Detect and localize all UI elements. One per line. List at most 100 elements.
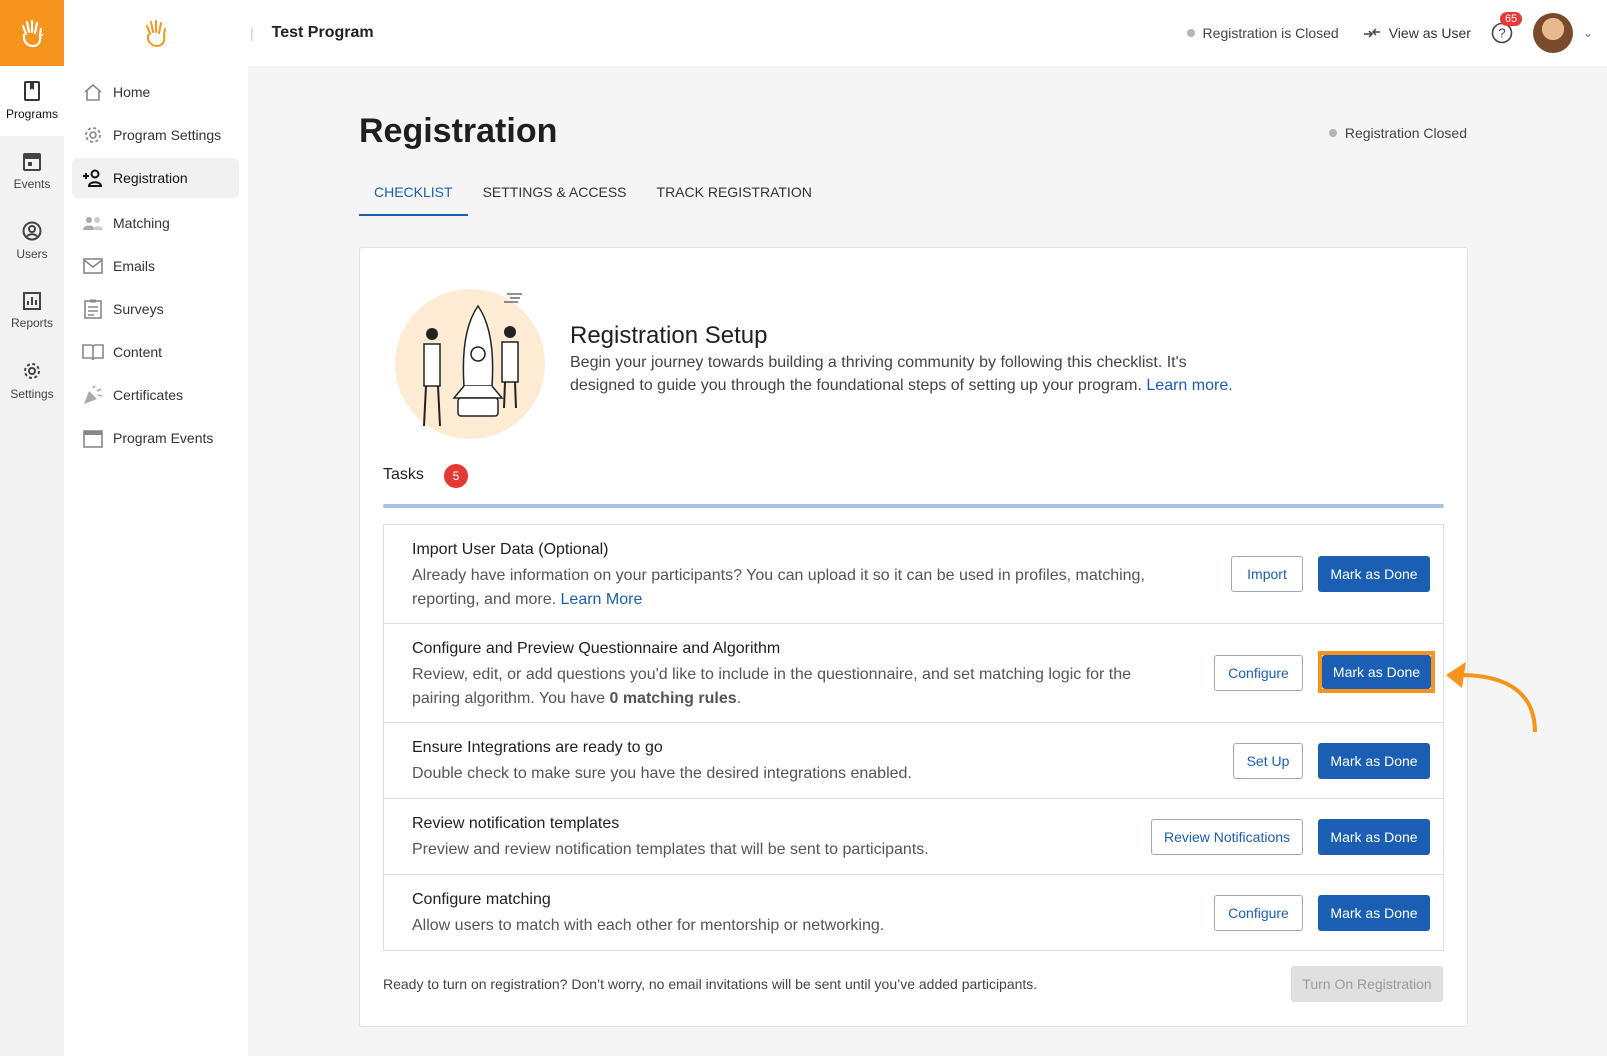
sidebar-item-label: Content (113, 344, 163, 360)
view-as-user-button[interactable]: View as User (1363, 25, 1471, 41)
configure-button[interactable]: Configure (1214, 655, 1303, 691)
bar-chart-icon (23, 292, 41, 310)
rail-item-reports[interactable]: Reports (0, 276, 64, 346)
sidebar-item-program-settings[interactable]: Program Settings (72, 115, 239, 155)
party-popper-icon (82, 384, 104, 406)
open-book-icon (82, 341, 104, 363)
gear-icon (82, 124, 104, 146)
tab-settings-access[interactable]: SETTINGS & ACCESS (468, 172, 642, 216)
mark-as-done-button[interactable]: Mark as Done (1318, 895, 1430, 931)
registration-status: Registration is Closed (1186, 25, 1339, 41)
sidebar-item-label: Surveys (113, 301, 164, 317)
registration-status-text: Registration is Closed (1202, 25, 1339, 41)
sidebar-item-label: Program Events (113, 430, 214, 446)
sidebar-item-home[interactable]: Home (72, 72, 239, 112)
status-badge: Registration Closed (1328, 125, 1467, 141)
sidebar-item-certificates[interactable]: Certificates (72, 375, 239, 415)
book-icon (24, 81, 40, 101)
notification-badge: 65 (1499, 12, 1523, 26)
calendar-icon (23, 153, 41, 171)
status-text: Registration Closed (1344, 125, 1467, 141)
envelope-icon (82, 255, 104, 277)
add-user-icon (82, 167, 104, 189)
tab-checklist[interactable]: CHECKLIST (359, 172, 468, 216)
app-logo[interactable]: ⌄ (0, 0, 64, 66)
tasks-progress-bar (383, 504, 1444, 508)
task-description: Allow users to match with each other for… (412, 917, 885, 934)
tab-track-registration[interactable]: TRACK REGISTRATION (642, 172, 827, 216)
tab-bar: CHECKLIST SETTINGS & ACCESS TRACK REGIST… (359, 172, 827, 216)
rail-item-settings[interactable]: Settings (0, 346, 64, 416)
learn-more-link[interactable]: Learn more. (1146, 377, 1232, 394)
sidebar-item-label: Matching (113, 215, 170, 231)
rail-item-label: Programs (5, 107, 58, 121)
rail-item-users[interactable]: Users (0, 206, 64, 276)
task-description: Review, edit, or add questions you'd lik… (412, 663, 1172, 711)
program-sidebar: Home Program Settings Registration Match… (64, 0, 248, 1056)
rail-item-label: Settings (10, 387, 54, 401)
program-logo (64, 0, 248, 66)
sidebar-item-matching[interactable]: Matching (72, 203, 239, 243)
task-description-text: Already have information on your partici… (412, 567, 1145, 608)
program-name: Test Program (271, 24, 374, 41)
task-title: Configure matching (412, 891, 551, 908)
swap-arrows-icon (1363, 28, 1380, 38)
sidebar-item-label: Home (113, 84, 151, 100)
calendar-icon (82, 427, 104, 449)
mark-as-done-button[interactable]: Mark as Done (1322, 655, 1431, 689)
help-button[interactable]: ? 65 (1491, 12, 1523, 44)
people-icon (82, 212, 104, 234)
view-as-user-label: View as User (1388, 25, 1471, 41)
task-description: Double check to make sure you have the d… (412, 765, 912, 782)
turn-on-registration-button[interactable]: Turn On Registration (1291, 966, 1443, 1002)
matching-rules-count: 0 matching rules (609, 690, 737, 707)
rail-item-programs[interactable]: Programs (0, 66, 64, 136)
task-title: Import User Data (Optional) (412, 541, 609, 558)
sidebar-item-registration[interactable]: Registration (72, 158, 239, 198)
registration-note: Ready to turn on registration? Don’t wor… (383, 976, 1038, 992)
rail-item-label: Users (16, 247, 48, 261)
chevron-down-icon[interactable]: ⌄ (1583, 26, 1593, 40)
waving-hand-icon (146, 20, 166, 48)
sidebar-item-surveys[interactable]: Surveys (72, 289, 239, 329)
learn-more-link[interactable]: Learn More (561, 591, 643, 608)
clipboard-icon (82, 298, 104, 320)
task-row: Import User Data (Optional) Already have… (383, 524, 1444, 624)
rocket-illustration (395, 289, 545, 439)
status-dot-icon (1186, 29, 1195, 37)
chevron-down-icon: ⌄ (37, 28, 46, 39)
task-row: Configure matching Allow users to match … (383, 874, 1444, 951)
task-description: Already have information on your partici… (412, 564, 1172, 612)
task-row: Configure and Preview Questionnaire and … (383, 623, 1444, 723)
rail-item-events[interactable]: Events (0, 136, 64, 206)
task-title: Review notification templates (412, 815, 620, 832)
review-notifications-button[interactable]: Review Notifications (1151, 819, 1303, 855)
rail-item-label: Reports (10, 316, 54, 330)
setup-description: Begin your journey towards building a th… (570, 351, 1250, 397)
task-row: Review notification templates Preview an… (383, 798, 1444, 875)
task-description-text: Review, edit, or add questions you'd lik… (412, 666, 1132, 707)
task-row: Ensure Integrations are ready to go Doub… (383, 722, 1444, 799)
sidebar-item-emails[interactable]: Emails (72, 246, 239, 286)
sidebar-item-label: Emails (113, 258, 156, 274)
mark-as-done-button[interactable]: Mark as Done (1318, 743, 1430, 779)
mark-as-done-button[interactable]: Mark as Done (1318, 819, 1430, 855)
sidebar-item-label: Certificates (113, 387, 184, 403)
configure-button[interactable]: Configure (1214, 895, 1303, 931)
tasks-label: Tasks (383, 466, 424, 483)
rail-item-label: Events (13, 177, 51, 191)
page-title: Registration (359, 112, 558, 150)
tasks-count-badge: 5 (444, 464, 468, 488)
setup-description-text: Begin your journey towards building a th… (570, 354, 1187, 394)
task-title: Configure and Preview Questionnaire and … (412, 640, 781, 657)
set-up-button[interactable]: Set Up (1233, 743, 1303, 779)
sidebar-item-label: Registration (113, 170, 188, 186)
annotation-arrow-icon (1446, 662, 1537, 733)
import-button[interactable]: Import (1231, 556, 1303, 592)
sidebar-item-content[interactable]: Content (72, 332, 239, 372)
sidebar-item-program-events[interactable]: Program Events (72, 418, 239, 458)
avatar[interactable] (1532, 13, 1573, 53)
gear-icon (24, 363, 40, 379)
app-rail: ⌄ Programs Events Users Reports Settings (0, 0, 64, 1056)
mark-as-done-button[interactable]: Mark as Done (1318, 556, 1430, 592)
